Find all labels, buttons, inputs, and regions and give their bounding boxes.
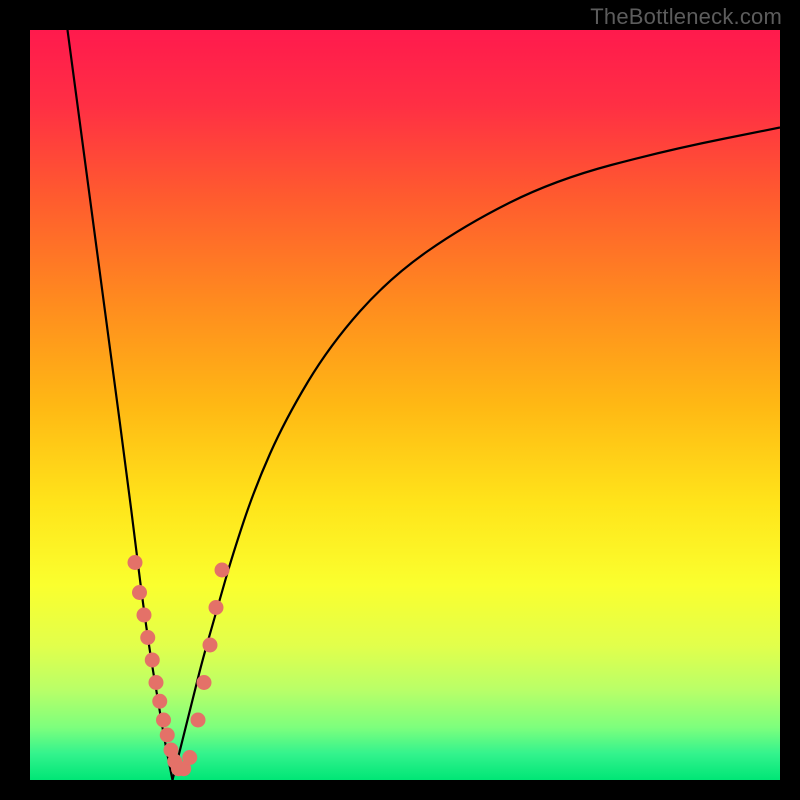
marker-dot [149,675,164,690]
marker-dot [145,653,160,668]
marker-dot [203,638,218,653]
marker-dot [182,750,197,765]
plot-area [30,30,780,780]
marker-dot [215,563,230,578]
watermark-text: TheBottleneck.com [590,4,782,30]
chart-container: TheBottleneck.com [0,0,800,800]
curve-right [173,128,781,781]
marker-dot [128,555,143,570]
curve-left [68,30,173,780]
marker-dot [160,728,175,743]
curve-layer [30,30,780,780]
marker-dot [209,600,224,615]
marker-dot [132,585,147,600]
marker-dot [140,630,155,645]
marker-dot [156,713,171,728]
marker-dot [137,608,152,623]
marker-dot [191,713,206,728]
marker-dots [128,555,230,776]
marker-dot [197,675,212,690]
marker-dot [152,694,167,709]
